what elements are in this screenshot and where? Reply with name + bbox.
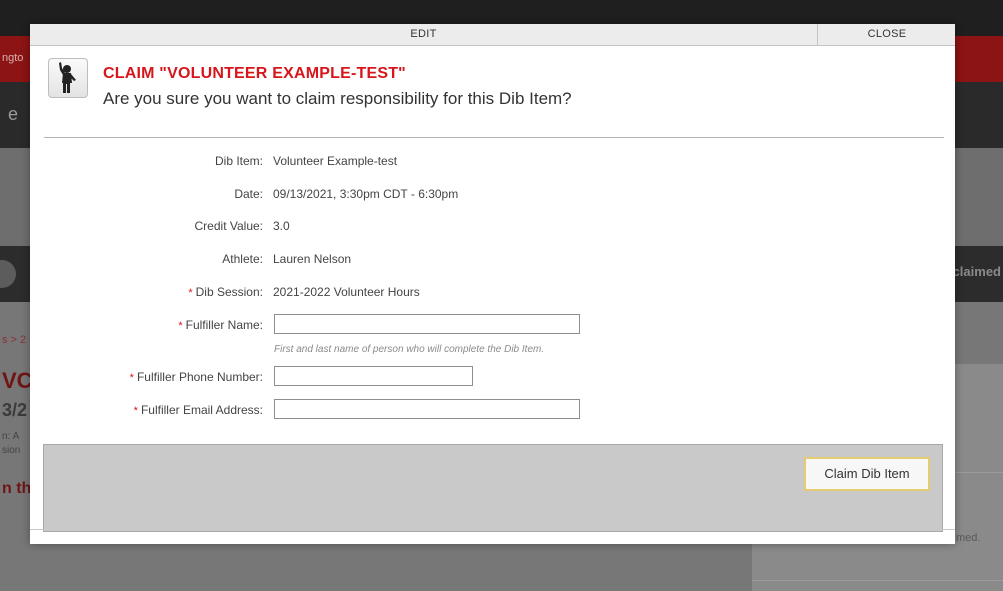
dialog-titlebar: EDIT CLOSE	[30, 24, 955, 46]
credit-value-value: 3.0	[273, 219, 290, 233]
dialog-footer: Claim Dib Item	[43, 444, 943, 532]
fulfiller-email-label: * Fulfiller Email Address:	[133, 403, 263, 417]
claim-question: Are you sure you want to claim responsib…	[103, 89, 572, 108]
claim-dib-item-button[interactable]: Claim Dib Item	[804, 457, 930, 491]
required-mark: *	[178, 320, 183, 332]
background-meta: n: Asion	[2, 431, 21, 456]
credit-value-row: Credit Value: 3.0	[30, 216, 955, 236]
background-right-text: med.	[956, 532, 981, 544]
close-button[interactable]: CLOSE	[817, 24, 956, 45]
dialog-title: EDIT	[410, 28, 437, 40]
background-heading: VC	[2, 368, 33, 393]
dib-item-value: Volunteer Example-test	[273, 154, 398, 168]
divider	[44, 137, 944, 138]
credit-value-label: Credit Value:	[194, 219, 263, 233]
dialog-bottom-line	[30, 529, 955, 530]
fulfiller-email-input[interactable]	[274, 399, 580, 419]
required-mark: *	[188, 287, 193, 299]
volunteer-person-icon	[48, 58, 88, 98]
dib-item-row: Dib Item: Volunteer Example-test	[30, 151, 955, 171]
dib-session-row: * Dib Session: 2021-2022 Volunteer Hours	[30, 282, 955, 302]
claim-dialog: EDIT CLOSE CLAIM "VOLUNTEER EXAMPLE-TEST…	[30, 24, 955, 544]
fulfiller-phone-input[interactable]	[274, 366, 473, 386]
fulfiller-name-hint: First and last name of person who will c…	[274, 344, 545, 355]
required-mark: *	[129, 372, 134, 384]
background-date: 3/2	[2, 400, 28, 420]
claim-title: CLAIM "VOLUNTEER EXAMPLE-TEST"	[103, 65, 406, 82]
athlete-label: Athlete:	[222, 252, 263, 266]
fulfiller-phone-label: * Fulfiller Phone Number:	[129, 370, 263, 384]
background-note: n th	[2, 480, 32, 497]
athlete-row: Athlete: Lauren Nelson	[30, 249, 955, 269]
dib-item-label: Dib Item:	[214, 154, 263, 168]
date-label: Date:	[234, 187, 263, 201]
dib-session-value: 2021-2022 Volunteer Hours	[273, 285, 420, 299]
background-dark-bar-text: e	[8, 104, 19, 124]
fulfiller-name-label: * Fulfiller Name:	[178, 318, 263, 332]
date-value: 09/13/2021, 3:30pm CDT - 6:30pm	[273, 187, 459, 201]
required-mark: *	[133, 405, 138, 417]
date-row: Date: 09/13/2021, 3:30pm CDT - 6:30pm	[30, 184, 955, 204]
background-red-bar-text: ngto	[2, 52, 24, 64]
background-avatar	[0, 260, 16, 288]
background-breadcrumb: s > 2	[2, 334, 27, 346]
dib-session-label: * Dib Session:	[188, 285, 263, 299]
athlete-value: Lauren Nelson	[273, 252, 352, 266]
fulfiller-name-input[interactable]	[274, 314, 580, 334]
background-stripe-text: claimed	[952, 264, 1001, 279]
fulfiller-phone-row: * Fulfiller Phone Number:	[30, 367, 955, 387]
